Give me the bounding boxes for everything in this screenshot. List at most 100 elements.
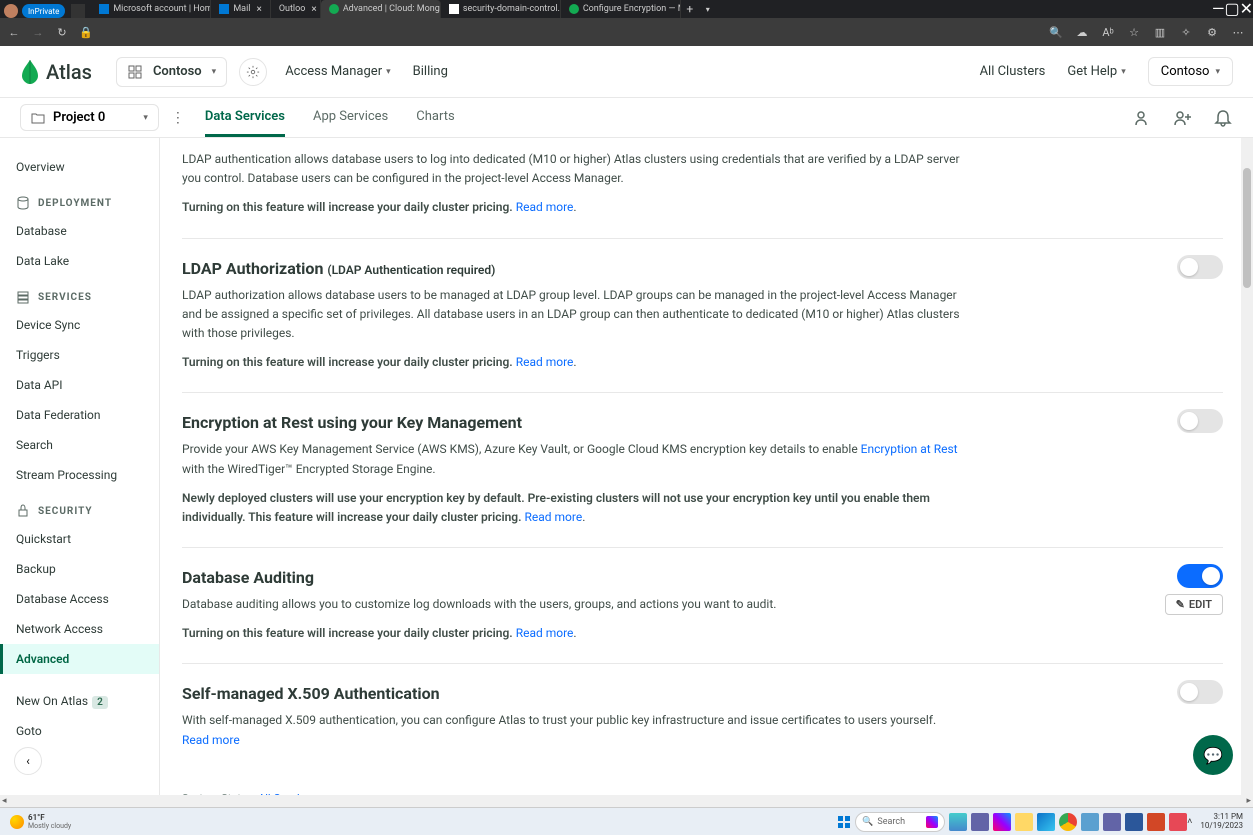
- copilot-icon[interactable]: [993, 813, 1011, 831]
- sidebar-item-advanced[interactable]: Advanced: [0, 644, 159, 674]
- teams-icon[interactable]: [1103, 813, 1121, 831]
- back-button[interactable]: ←: [6, 24, 22, 40]
- close-icon[interactable]: ×: [256, 4, 261, 15]
- file-explorer-icon[interactable]: [1015, 813, 1033, 831]
- browser-tab[interactable]: Microsoft account | Home×: [91, 0, 211, 18]
- auditing-toggle[interactable]: ✓: [1177, 564, 1223, 588]
- zoom-icon[interactable]: 🔍: [1047, 23, 1065, 41]
- tab-app-services[interactable]: App Services: [313, 98, 388, 137]
- encryption-at-rest-link[interactable]: Encryption at Rest: [861, 442, 958, 456]
- org-selector[interactable]: Contoso ▾: [116, 57, 227, 87]
- x509-toggle[interactable]: [1177, 680, 1223, 704]
- org-settings-button[interactable]: [239, 58, 267, 86]
- content-scroll-area[interactable]: LDAP authentication allows database user…: [160, 138, 1253, 795]
- read-aloud-icon[interactable]: Aᵇ: [1099, 23, 1117, 41]
- browser-tab[interactable]: Mail×: [211, 0, 270, 18]
- all-clusters-link[interactable]: All Clusters: [980, 64, 1046, 79]
- maximize-button[interactable]: ▢: [1224, 0, 1239, 18]
- ldap-authz-toggle[interactable]: [1177, 255, 1223, 279]
- folder-icon: [31, 111, 45, 125]
- bell-icon[interactable]: [1213, 108, 1233, 128]
- sidebar-item-goto[interactable]: Goto: [0, 716, 159, 746]
- app-icon[interactable]: [1081, 813, 1099, 831]
- system-status-value[interactable]: All Good: [258, 792, 300, 795]
- sidebar-item-data-federation[interactable]: Data Federation: [0, 400, 159, 430]
- access-manager-link[interactable]: Access Manager▾: [285, 64, 390, 79]
- refresh-button[interactable]: ↻: [54, 24, 70, 40]
- edge-icon[interactable]: [1037, 813, 1055, 831]
- billing-link[interactable]: Billing: [413, 64, 448, 79]
- atlas-logo[interactable]: Atlas: [20, 60, 92, 84]
- sidebar-item-quickstart[interactable]: Quickstart: [0, 524, 159, 554]
- scrollbar-thumb[interactable]: [1243, 168, 1251, 288]
- forward-button[interactable]: →: [30, 24, 46, 40]
- encryption-toggle[interactable]: [1177, 409, 1223, 433]
- tab-dropdown-icon[interactable]: ▾: [699, 0, 717, 18]
- chat-icon[interactable]: [971, 813, 989, 831]
- chevron-up-icon[interactable]: ˄: [1187, 816, 1192, 827]
- chat-button[interactable]: 💬: [1193, 735, 1233, 775]
- weather-widget[interactable]: 61°F Mostly cloudy: [10, 813, 71, 830]
- close-window-button[interactable]: ✕: [1240, 0, 1253, 18]
- read-more-link[interactable]: Read more: [516, 355, 574, 369]
- read-more-link[interactable]: Read more: [182, 733, 240, 747]
- sidebar-item-new-on-atlas[interactable]: New On Atlas2: [0, 686, 159, 716]
- workspace-icon[interactable]: [71, 4, 85, 18]
- company-dropdown[interactable]: Contoso▾: [1148, 57, 1233, 86]
- powerpoint-icon[interactable]: [1147, 813, 1165, 831]
- taskbar-search[interactable]: 🔍Search: [855, 812, 945, 832]
- sidebar-item-data-api[interactable]: Data API: [0, 370, 159, 400]
- windows-start-icon[interactable]: [837, 815, 851, 829]
- tab-data-services[interactable]: Data Services: [205, 98, 285, 137]
- browser-tab[interactable]: Outloo×: [271, 0, 321, 18]
- vertical-scrollbar[interactable]: [1241, 138, 1253, 795]
- read-more-link[interactable]: Read more: [516, 626, 574, 640]
- collapse-sidebar-button[interactable]: ‹: [14, 747, 42, 775]
- extensions-icon[interactable]: ⚙: [1203, 23, 1221, 41]
- profile-avatar[interactable]: [4, 4, 18, 18]
- browser-tab[interactable]: security-domain-control.no-fil×: [441, 0, 561, 18]
- page-footer: System Status: All Good ©2023 MongoDB, I…: [182, 770, 1223, 795]
- browser-tab[interactable]: Configure Encryption — Mong×: [561, 0, 681, 18]
- section-x509-auth: Self-managed X.509 Authentication With s…: [182, 664, 1223, 769]
- sidebar-item-stream-processing[interactable]: Stream Processing: [0, 460, 159, 490]
- sidebar-item-data-lake[interactable]: Data Lake: [0, 246, 159, 276]
- sidebar-item-triggers[interactable]: Triggers: [0, 340, 159, 370]
- browser-menu-icon[interactable]: ⋯: [1229, 23, 1247, 41]
- tab-charts[interactable]: Charts: [416, 98, 454, 137]
- favorite-icon[interactable]: ☆: [1125, 23, 1143, 41]
- project-selector[interactable]: Project 0 ▾: [20, 104, 159, 131]
- url-input[interactable]: [102, 22, 1039, 42]
- sidebar-item-database[interactable]: Database: [0, 216, 159, 246]
- add-user-icon[interactable]: [1173, 108, 1193, 128]
- sidebar-item-network-access[interactable]: Network Access: [0, 614, 159, 644]
- taskbar-clock[interactable]: 3:11 PM 10/19/2023: [1200, 813, 1243, 831]
- new-tab-button[interactable]: +: [681, 0, 699, 18]
- sidebar-item-search[interactable]: Search: [0, 430, 159, 460]
- chrome-icon[interactable]: [1059, 813, 1077, 831]
- close-icon[interactable]: ×: [311, 4, 316, 15]
- chevron-down-icon: ▾: [212, 67, 217, 77]
- sidebar-item-backup[interactable]: Backup: [0, 554, 159, 584]
- sidebar-item-device-sync[interactable]: Device Sync: [0, 310, 159, 340]
- system-tray[interactable]: ˄: [1187, 816, 1192, 827]
- minimize-button[interactable]: —: [1212, 0, 1225, 18]
- sync-icon[interactable]: ☁: [1073, 23, 1091, 41]
- split-icon[interactable]: ▥: [1151, 23, 1169, 41]
- read-more-link[interactable]: Read more: [516, 200, 574, 214]
- browser-tab-active[interactable]: Advanced | Cloud: MongoDB C×: [321, 0, 441, 18]
- task-view-icon[interactable]: [949, 813, 967, 831]
- sidebar-item-overview[interactable]: Overview: [0, 152, 159, 182]
- snip-icon[interactable]: [1169, 813, 1187, 831]
- get-help-link[interactable]: Get Help▾: [1067, 64, 1125, 79]
- read-more-link[interactable]: Read more: [525, 510, 583, 524]
- word-icon[interactable]: [1125, 813, 1143, 831]
- invite-icon[interactable]: [1133, 108, 1153, 128]
- collections-icon[interactable]: ✧: [1177, 23, 1195, 41]
- project-menu-button[interactable]: ⋮: [171, 110, 185, 126]
- pricing-warning: Turning on this feature will increase yo…: [182, 626, 516, 640]
- sidebar-item-database-access[interactable]: Database Access: [0, 584, 159, 614]
- horizontal-scrollbar[interactable]: ◂▸: [0, 795, 1253, 807]
- edit-auditing-button[interactable]: ✎EDIT: [1165, 594, 1223, 615]
- logo-text: Atlas: [46, 60, 92, 84]
